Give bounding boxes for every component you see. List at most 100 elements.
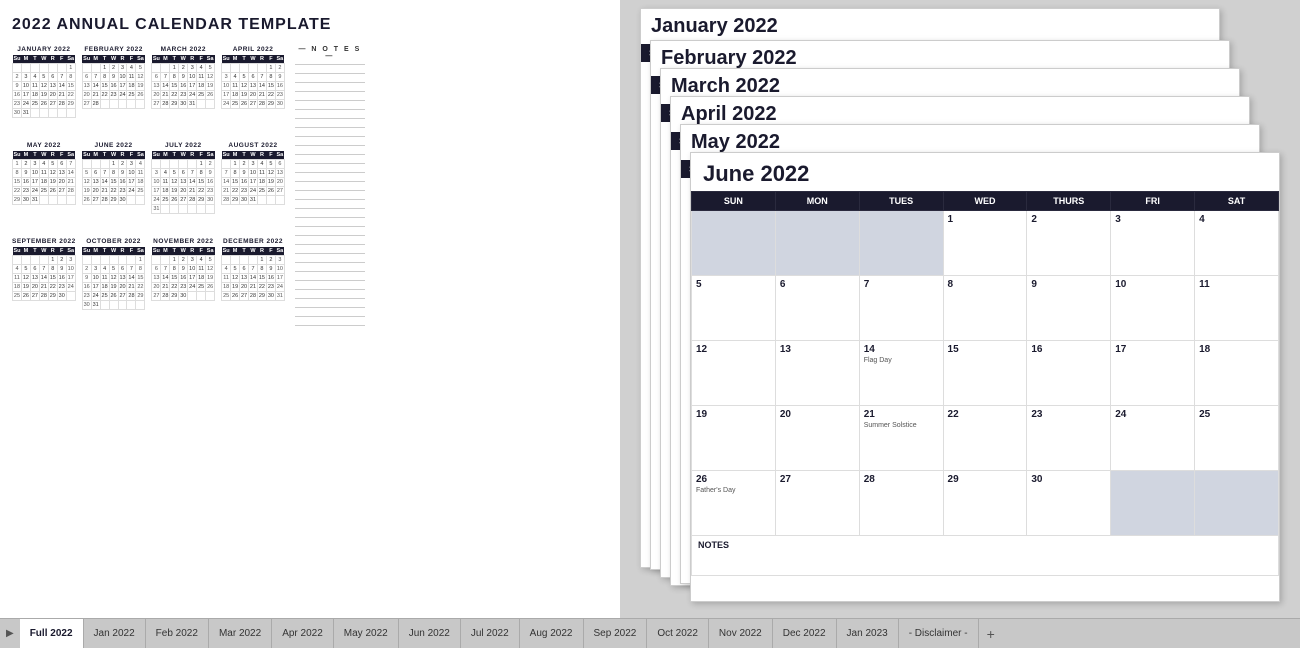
mini-cal-day: 2 xyxy=(275,64,284,73)
mini-cal-header: W xyxy=(249,247,258,256)
june-cal-day xyxy=(692,211,776,276)
mini-cal-header: T xyxy=(100,151,109,160)
mini-cal-header: W xyxy=(109,55,118,64)
mini-cal-day xyxy=(48,109,57,118)
mini-cal-day: 19 xyxy=(231,283,240,292)
tab-feb-2022[interactable]: Feb 2022 xyxy=(146,619,209,648)
mini-cal-day: 31 xyxy=(275,292,284,301)
mini-cal-day: 27 xyxy=(82,100,91,109)
mini-cal-day: 16 xyxy=(206,178,215,187)
notes-line xyxy=(295,244,365,245)
tab-mar-2022[interactable]: Mar 2022 xyxy=(209,619,272,648)
mini-cal-day: 28 xyxy=(222,196,231,205)
notes-line xyxy=(295,235,365,236)
mini-cal-day: 30 xyxy=(118,196,127,205)
mini-cal-header: R xyxy=(257,151,266,160)
tab-may-2022[interactable]: May 2022 xyxy=(334,619,399,648)
mini-cal-day: 2 xyxy=(82,265,91,274)
mini-cal-day: 15 xyxy=(66,82,75,91)
mini-cal-day: 26 xyxy=(109,292,118,301)
mini-cal-day: 13 xyxy=(30,274,39,283)
tab-jan-2023[interactable]: Jan 2023 xyxy=(837,619,899,648)
mini-month-title: SEPTEMBER 2022 xyxy=(12,238,76,245)
mini-cal-day: 5 xyxy=(170,169,179,178)
mini-cal-day: 2 xyxy=(21,160,30,169)
mini-cal-day: 9 xyxy=(118,169,127,178)
tab-aug-2022[interactable]: Aug 2022 xyxy=(520,619,584,648)
mini-cal-day: 23 xyxy=(206,187,215,196)
mini-cal-day: 29 xyxy=(109,196,118,205)
tab-jan-2022[interactable]: Jan 2022 xyxy=(84,619,146,648)
mini-cal-day: 22 xyxy=(170,91,179,100)
tab-play-button[interactable]: ▶ xyxy=(6,628,14,639)
mini-cal-day: 8 xyxy=(231,169,240,178)
mini-cal-header: F xyxy=(197,247,206,256)
june-cal-header: TUES xyxy=(859,192,943,211)
notes-line xyxy=(295,280,365,281)
tab---disclaimer--[interactable]: - Disclaimer - xyxy=(899,619,979,648)
notes-line xyxy=(295,136,365,137)
mini-cal-day xyxy=(13,256,22,265)
mini-cal-day: 7 xyxy=(39,265,48,274)
mini-cal-day xyxy=(118,256,127,265)
mini-cal-day: 21 xyxy=(161,91,170,100)
mini-cal-header: W xyxy=(39,151,48,160)
june-cal-day: 8 xyxy=(943,276,1027,341)
mini-cal-day: 24 xyxy=(21,100,30,109)
mini-cal-day: 15 xyxy=(231,178,240,187)
mini-cal-day xyxy=(109,301,118,310)
mini-cal-day: 24 xyxy=(66,283,75,292)
mini-cal-day: 17 xyxy=(249,178,258,187)
mini-cal-day xyxy=(91,160,100,169)
mini-cal-day: 9 xyxy=(109,73,118,82)
tab-nov-2022[interactable]: Nov 2022 xyxy=(709,619,773,648)
mini-cal-day: 22 xyxy=(109,187,118,196)
mini-cal-day: 21 xyxy=(222,187,231,196)
june-cal-day: 20 xyxy=(775,406,859,471)
tab-oct-2022[interactable]: Oct 2022 xyxy=(647,619,709,648)
mini-cal-day: 23 xyxy=(109,91,118,100)
mini-cal-day: 28 xyxy=(257,100,266,109)
mini-cal-day: 3 xyxy=(275,256,284,265)
mini-cal-day: 24 xyxy=(188,283,197,292)
mini-cal-day: 16 xyxy=(57,274,66,283)
mini-cal-day: 27 xyxy=(249,100,258,109)
mini-cal-day: 24 xyxy=(188,91,197,100)
mini-cal-day: 6 xyxy=(57,160,66,169)
tab-jun-2022[interactable]: Jun 2022 xyxy=(399,619,461,648)
mini-cal-day: 25 xyxy=(127,91,136,100)
mini-cal-day: 23 xyxy=(179,91,188,100)
main-area: 2022 ANNUAL CALENDAR TEMPLATE JANUARY 20… xyxy=(0,0,1300,618)
mini-cal-header: Sa xyxy=(136,151,145,160)
notes-line xyxy=(295,325,365,326)
mini-cal-day: 19 xyxy=(240,91,249,100)
mini-cal-header: M xyxy=(21,247,30,256)
mini-cal-day: 4 xyxy=(136,160,145,169)
mini-cal-header: F xyxy=(127,247,136,256)
mini-cal-day: 20 xyxy=(118,283,127,292)
mini-cal-day xyxy=(161,160,170,169)
mini-cal-day xyxy=(161,256,170,265)
tab-dec-2022[interactable]: Dec 2022 xyxy=(773,619,837,648)
mini-cal-day: 19 xyxy=(206,82,215,91)
mini-cal-day xyxy=(66,196,75,205)
mini-cal-header: Sa xyxy=(66,247,75,256)
mini-cal-day: 8 xyxy=(257,265,266,274)
tab-apr-2022[interactable]: Apr 2022 xyxy=(272,619,334,648)
mini-cal-day: 13 xyxy=(275,169,284,178)
mini-cal-day: 30 xyxy=(82,301,91,310)
mini-cal-day: 19 xyxy=(206,274,215,283)
mini-cal-header: M xyxy=(161,151,170,160)
mini-cal-day: 11 xyxy=(222,274,231,283)
mini-month-title: MAY 2022 xyxy=(12,142,76,149)
mini-cal-day: 11 xyxy=(257,169,266,178)
mini-cal-day xyxy=(39,196,48,205)
tab-full-2022[interactable]: Full 2022 xyxy=(20,619,84,648)
june-cal-day: 3 xyxy=(1111,211,1195,276)
mini-cal-day: 4 xyxy=(257,160,266,169)
mini-cal-header: T xyxy=(30,247,39,256)
tab-add-button[interactable]: + xyxy=(979,619,1003,648)
tab-jul-2022[interactable]: Jul 2022 xyxy=(461,619,520,648)
tab-sep-2022[interactable]: Sep 2022 xyxy=(584,619,648,648)
mini-cal-day: 18 xyxy=(127,82,136,91)
